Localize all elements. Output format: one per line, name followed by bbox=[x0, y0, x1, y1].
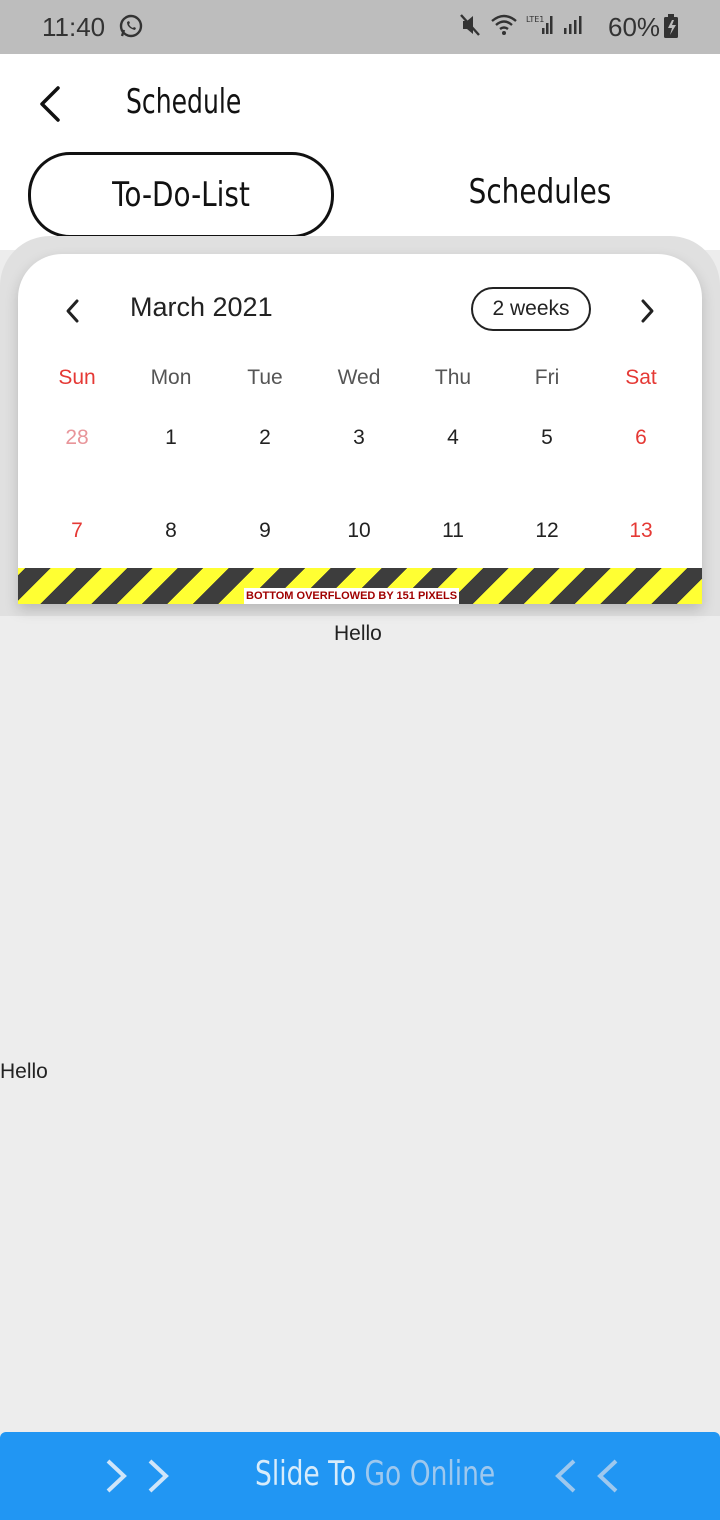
overflow-warning-stripe: BOTTOM OVERFLOWED BY 151 PIXELS bbox=[18, 568, 702, 604]
calendar-month-label: March 2021 bbox=[130, 292, 273, 322]
calendar-week-row: 7 8 9 10 11 12 13 bbox=[30, 511, 690, 571]
slide-to-go-online-label: Slide To Go Online bbox=[255, 1454, 495, 1494]
calendar-day[interactable]: 1 bbox=[124, 426, 218, 450]
hello-text-left: Hello bbox=[0, 1060, 48, 1083]
calendar-day[interactable]: 3 bbox=[312, 426, 406, 450]
calendar-week-row: 28 1 2 3 4 5 6 bbox=[30, 418, 690, 511]
chevron-right-icon[interactable] bbox=[638, 298, 656, 329]
hello-text-centered: Hello bbox=[334, 622, 382, 645]
weekday-sun: Sun bbox=[58, 366, 96, 389]
calendar-card: March 2021 2 weeks Sun Mon Tue Wed Thu F… bbox=[18, 254, 702, 604]
calendar-day[interactable]: 2 bbox=[218, 426, 312, 450]
mute-icon bbox=[458, 12, 482, 43]
tab-to-do-list[interactable]: To-Do-List bbox=[28, 152, 334, 238]
signal-icon-1: LTE1 bbox=[526, 12, 554, 43]
slide-right-chevrons bbox=[100, 1458, 174, 1499]
slide-label-part1: Slide To bbox=[255, 1454, 365, 1494]
calendar-day[interactable]: 10 bbox=[312, 519, 406, 543]
chevron-left-icon[interactable] bbox=[64, 298, 82, 329]
page-title: Schedule bbox=[126, 82, 242, 122]
weekday-sat: Sat bbox=[625, 366, 657, 389]
calendar-day[interactable]: 13 bbox=[594, 519, 688, 543]
battery-percent: 60% bbox=[608, 12, 661, 42]
chevron-right-icon bbox=[142, 1458, 174, 1499]
overflow-warning-text: BOTTOM OVERFLOWED BY 151 PIXELS bbox=[244, 588, 460, 604]
back-arrow-icon[interactable] bbox=[34, 84, 68, 124]
calendar-day[interactable]: 5 bbox=[500, 426, 594, 450]
tab-schedules[interactable]: Schedules bbox=[390, 152, 690, 232]
status-time: 11:40 bbox=[42, 12, 106, 42]
wifi-icon bbox=[490, 12, 518, 43]
weekday-wed: Wed bbox=[337, 366, 381, 389]
weekday-tue: Tue bbox=[247, 366, 283, 389]
slide-label-part2: Go Online bbox=[364, 1454, 496, 1494]
whatsapp-icon bbox=[118, 13, 144, 44]
tab-label: To-Do-List bbox=[112, 175, 250, 215]
chevron-left-icon bbox=[592, 1458, 624, 1499]
calendar-day[interactable]: 8 bbox=[124, 519, 218, 543]
format-toggle-button[interactable]: 2 weeks bbox=[471, 287, 591, 331]
weekday-mon: Mon bbox=[150, 366, 192, 389]
chevron-left-icon bbox=[550, 1458, 582, 1499]
calendar-day[interactable]: 12 bbox=[500, 519, 594, 543]
app-bar: Schedule bbox=[0, 54, 720, 150]
status-icons: LTE1 bbox=[458, 12, 584, 43]
calendar-day[interactable]: 28 bbox=[30, 426, 124, 450]
calendar-day[interactable]: 7 bbox=[30, 519, 124, 543]
tab-label: Schedules bbox=[468, 172, 612, 212]
battery-icon bbox=[663, 14, 679, 43]
svg-text:LTE1: LTE1 bbox=[526, 15, 544, 24]
slide-to-go-online-bar[interactable]: Slide To Go Online bbox=[0, 1432, 720, 1520]
calendar-day[interactable]: 4 bbox=[406, 426, 500, 450]
calendar-grid: Sun Mon Tue Wed Thu Fri Sat 28 1 2 3 4 5… bbox=[30, 358, 690, 571]
weekday-fri: Fri bbox=[534, 366, 560, 389]
tab-bar: To-Do-List Schedules bbox=[0, 150, 720, 250]
calendar-day[interactable]: 6 bbox=[594, 426, 688, 450]
chevron-right-icon bbox=[100, 1458, 132, 1499]
weekday-header-row: Sun Mon Tue Wed Thu Fri Sat bbox=[30, 358, 690, 418]
signal-icon-2 bbox=[562, 12, 584, 43]
weekday-thu: Thu bbox=[434, 366, 472, 389]
calendar-day[interactable]: 11 bbox=[406, 519, 500, 543]
calendar-day[interactable]: 9 bbox=[218, 519, 312, 543]
status-bar: 11:40 LTE1 60% bbox=[0, 0, 720, 54]
slide-left-chevrons bbox=[550, 1458, 624, 1499]
